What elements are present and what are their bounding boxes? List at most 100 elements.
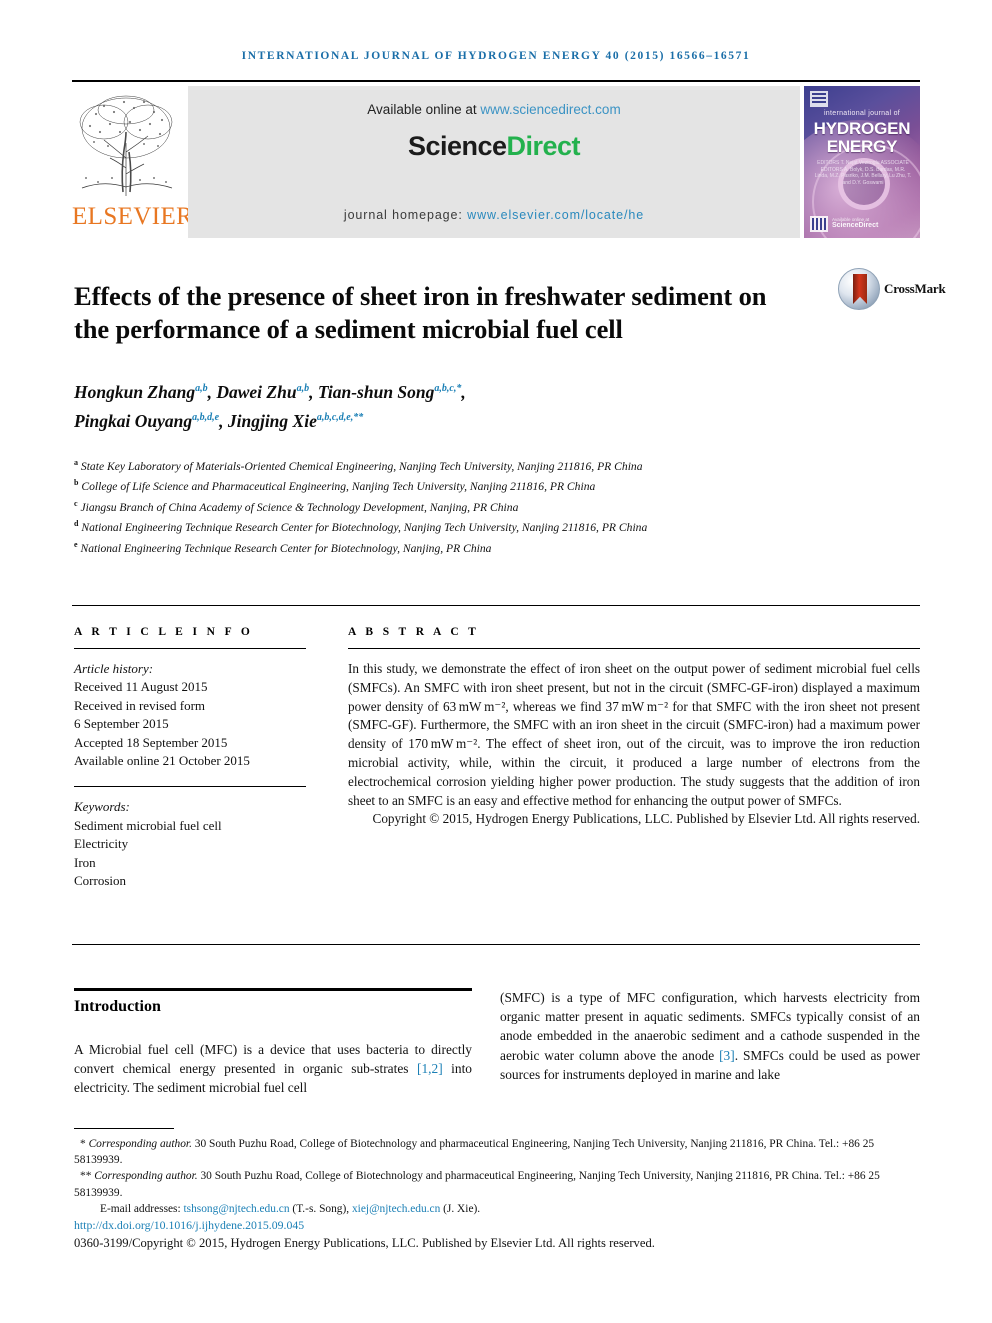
author-name: Hongkun Zhang [74, 381, 196, 402]
article-history-item: 6 September 2015 [74, 716, 169, 732]
keyword-item: Electricity [74, 836, 129, 852]
author-name: Tian-shun Song [317, 381, 435, 402]
article-history: Article history: Received 11 August 2015… [74, 660, 306, 770]
cover-sciencedirect-name: ScienceDirect [832, 222, 879, 229]
footnote-marker: ** [80, 1170, 92, 1183]
affiliation-item: d National Engineering Technique Researc… [74, 516, 864, 536]
issn-copyright-line: 0360-3199/Copyright © 2015, Hydrogen Ene… [74, 1236, 655, 1250]
abstract-underline [348, 648, 920, 649]
author-name: Dawei Zhu [216, 381, 297, 402]
cover-sciencedirect-sub: Available online at [832, 217, 870, 222]
affiliation-mark: b [74, 478, 79, 488]
cover-kicker: international journal of [823, 110, 901, 117]
email-link-song[interactable]: tshsong@njtech.edu.cn [184, 1203, 290, 1215]
elsevier-logo: ELSEVIER [72, 86, 194, 238]
affiliation-mark: c [74, 498, 78, 508]
abstract-copyright: Copyright © 2015, Hydrogen Energy Public… [372, 811, 920, 827]
sciencedirect-logo-direct: Direct [506, 131, 581, 161]
sciencedirect-logo[interactable]: ScienceDirect [188, 131, 800, 162]
author: Hongkun Zhanga,b [74, 382, 208, 402]
abstract-column: A B S T R A C T In this study, we demons… [348, 626, 920, 829]
author-affil-marks: a,b [296, 383, 310, 394]
journal-homepage-label: journal homepage: [343, 208, 468, 222]
footnote-item: ** Corresponding author. 30 South Puzhu … [74, 1168, 920, 1200]
introduction-rule [74, 988, 472, 991]
affiliation-text: National Engineering Technique Research … [80, 541, 492, 555]
footnote-corresponding-label: Corresponding author. [88, 1138, 192, 1150]
running-head: INTERNATIONAL JOURNAL OF HYDROGEN ENERGY… [241, 50, 751, 62]
affiliation-mark: a [74, 458, 78, 467]
footnote-corresponding-label: Corresponding author. [94, 1170, 198, 1183]
sciencedirect-link[interactable]: www.sciencedirect.com [480, 102, 620, 117]
author-sep: , [309, 381, 318, 402]
affiliation-item: b College of Life Science and Pharmaceut… [74, 475, 864, 495]
affiliation-item: e National Engineering Technique Researc… [74, 537, 864, 557]
header-rule [72, 80, 920, 82]
abstract-heading: A B S T R A C T [348, 626, 480, 638]
introduction-heading: Introduction [74, 998, 161, 1015]
article-info-underline [74, 648, 306, 649]
affiliation-item: a State Key Laboratory of Materials-Orie… [74, 455, 864, 475]
author: Pingkai Ouyanga,b,d,e [74, 411, 219, 431]
author: Tian-shun Songa,b,c,* [318, 382, 462, 402]
author-affil-marks: a,b,d,e [192, 411, 220, 423]
affiliation-list: a State Key Laboratory of Materials-Orie… [74, 455, 864, 557]
keywords-block: Keywords: Sediment microbial fuel cell E… [74, 798, 306, 890]
body-column-left: A Microbial fuel cell (MFC) is a device … [74, 1040, 472, 1098]
paper-page: INTERNATIONAL JOURNAL OF HYDROGEN ENERGY… [0, 0, 992, 1323]
author-affil-marks: a,b,c,d,e,** [316, 411, 364, 423]
author-affil-marks: a,b,c,* [434, 383, 462, 394]
author-affil-marks: a,b [195, 383, 208, 394]
sciencedirect-banner: Available online at www.sciencedirect.co… [188, 86, 800, 238]
email-owner-xie: (J. Xie). [440, 1202, 481, 1215]
affiliation-item: c Jiangsu Branch of China Academy of Sci… [74, 496, 864, 516]
author-name: Jingjing Xie [227, 410, 317, 431]
crossmark-label: CrossMark [884, 281, 946, 296]
affiliation-mark: d [74, 519, 79, 529]
cover-title-line1: HYDROGEN [813, 119, 911, 138]
keyword-item: Sediment microbial fuel cell [74, 817, 222, 833]
journal-homepage-link[interactable]: www.elsevier.com/locate/he [467, 208, 644, 222]
email-link-xie[interactable]: xiej@njtech.edu.cn [352, 1203, 440, 1215]
article-history-label: Article history: [74, 661, 154, 676]
article-history-item: Accepted 18 September 2015 [74, 734, 228, 750]
author-sep: , [219, 410, 228, 431]
cover-editors: EDITORS T. Nejat Veziroglu ASSOCIATE EDI… [814, 160, 912, 186]
footnote-item: * Corresponding author. 30 South Puzhu R… [74, 1136, 920, 1168]
keyword-item: Corrosion [74, 873, 126, 889]
crossmark-ribbon-icon [853, 274, 867, 304]
affiliation-text: College of Life Science and Pharmaceutic… [81, 480, 596, 494]
footnote-rule [74, 1128, 174, 1129]
elsevier-wordmark: ELSEVIER [72, 203, 194, 230]
email-addresses-label: E-mail addresses: [100, 1202, 184, 1215]
keywords-divider [74, 786, 306, 788]
citation-ref[interactable]: [1,2] [417, 1061, 443, 1076]
cover-sciencedirect-label: Available online at ScienceDirect [832, 217, 878, 229]
doi-link[interactable]: http://dx.doi.org/10.1016/j.ijhydene.201… [74, 1218, 304, 1233]
author-name: Pingkai Ouyang [74, 410, 193, 431]
article-info-column: A R T I C L E I N F O Article history: R… [74, 626, 306, 890]
sciencedirect-logo-science: Science [407, 131, 507, 161]
crossmark-badge[interactable]: CrossMark [838, 268, 946, 314]
elsevier-tree-icon [74, 88, 178, 200]
affiliation-text: State Key Laboratory of Materials-Orient… [80, 459, 643, 473]
journal-cover-thumbnail[interactable]: international journal of HYDROGEN ENERGY… [804, 86, 920, 238]
intro-left-text-part1: A Microbial fuel cell (MFC) is a device … [74, 1042, 472, 1077]
article-history-item: Received 11 August 2015 [74, 679, 208, 695]
footnote-emails: E-mail addresses: tshsong@njtech.edu.cn … [74, 1201, 920, 1217]
cover-publisher-mark-top-icon [810, 91, 828, 107]
keyword-item: Iron [74, 854, 96, 870]
body-section-rule [72, 944, 920, 945]
email-owner-song: (T.-s. Song), [289, 1202, 352, 1215]
author-sep: , [461, 381, 466, 402]
author: Jingjing Xiea,b,c,d,e,** [228, 411, 363, 431]
page-title: Effects of the presence of sheet iron in… [74, 280, 767, 344]
available-online-line: Available online at www.sciencedirect.co… [188, 102, 800, 117]
masthead: ELSEVIER Available online at www.science… [72, 86, 920, 238]
footnote-block: * Corresponding author. 30 South Puzhu R… [74, 1136, 920, 1217]
affiliation-mark: e [74, 539, 78, 549]
journal-homepage-line: journal homepage: www.elsevier.com/locat… [188, 208, 800, 222]
info-section-rule [72, 605, 920, 606]
citation-ref[interactable]: [3] [719, 1048, 735, 1063]
footnote-text: 30 South Puzhu Road, College of Biotechn… [74, 1138, 875, 1167]
